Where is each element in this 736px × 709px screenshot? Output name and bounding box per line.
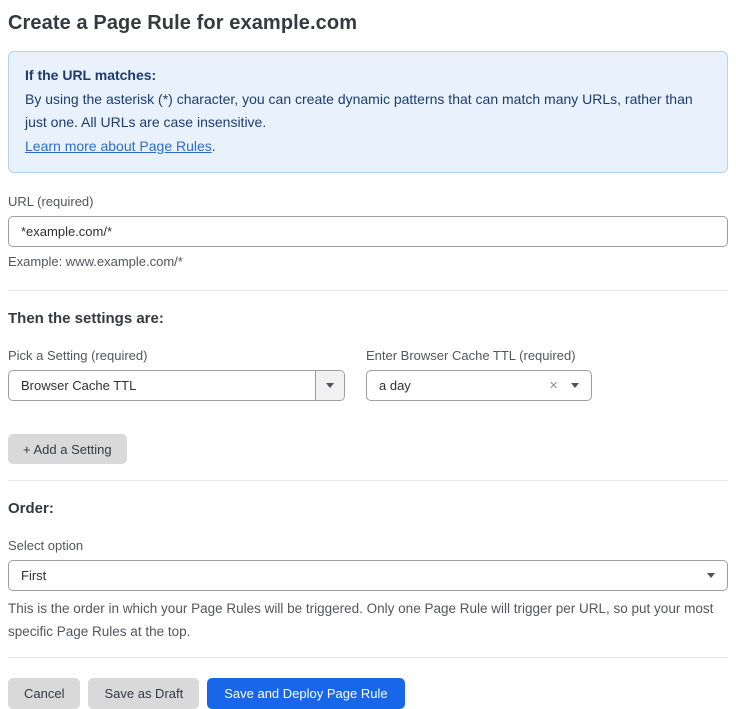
setting-picker-group: Pick a Setting (required) Browser Cache … — [8, 327, 345, 401]
order-section-heading: Order: — [8, 500, 728, 517]
order-select-label: Select option — [8, 538, 728, 553]
clear-icon[interactable]: × — [549, 378, 558, 393]
setting-picker-caret-segment[interactable] — [315, 371, 344, 400]
url-match-info-box: If the URL matches: By using the asteris… — [8, 51, 728, 173]
info-box-body: By using the asterisk (*) character, you… — [25, 88, 711, 134]
url-example-helper: Example: www.example.com/* — [8, 254, 728, 269]
chevron-down-icon — [326, 383, 334, 388]
settings-section-heading: Then the settings are: — [8, 310, 728, 327]
chevron-down-icon[interactable] — [571, 383, 579, 388]
setting-picker-select[interactable]: Browser Cache TTL — [8, 370, 345, 401]
divider-after-settings — [8, 480, 728, 481]
ttl-picker-label: Enter Browser Cache TTL (required) — [366, 348, 592, 363]
url-field-label: URL (required) — [8, 194, 728, 209]
info-box-heading: If the URL matches: — [25, 64, 711, 87]
settings-row: Pick a Setting (required) Browser Cache … — [8, 327, 728, 401]
order-select[interactable]: First — [8, 560, 728, 591]
divider-after-url — [8, 290, 728, 291]
footer-actions: Cancel Save as Draft Save and Deploy Pag… — [8, 678, 728, 709]
setting-picker-value: Browser Cache TTL — [9, 378, 315, 393]
chevron-down-icon — [707, 573, 715, 578]
divider-before-footer — [8, 657, 728, 658]
order-helper-text: This is the order in which your Page Rul… — [8, 597, 728, 643]
page-title: Create a Page Rule for example.com — [8, 12, 728, 35]
page-rule-form: Create a Page Rule for example.com If th… — [0, 0, 736, 709]
ttl-picker-controls: × — [549, 378, 591, 393]
cancel-button[interactable]: Cancel — [8, 678, 80, 709]
add-setting-button[interactable]: + Add a Setting — [8, 434, 127, 464]
info-box-link-line: Learn more about Page Rules. — [25, 135, 711, 158]
setting-picker-label: Pick a Setting (required) — [8, 348, 345, 363]
order-select-value: First — [9, 568, 707, 583]
order-caret-wrap — [707, 573, 727, 578]
ttl-picker-value: a day — [367, 378, 549, 393]
save-deploy-button[interactable]: Save and Deploy Page Rule — [207, 678, 404, 709]
url-input[interactable] — [8, 216, 728, 247]
learn-more-link[interactable]: Learn more about Page Rules — [25, 138, 212, 154]
save-draft-button[interactable]: Save as Draft — [88, 678, 199, 709]
ttl-picker-select[interactable]: a day × — [366, 370, 592, 401]
link-period: . — [212, 138, 216, 154]
ttl-picker-group: Enter Browser Cache TTL (required) a day… — [366, 327, 592, 401]
